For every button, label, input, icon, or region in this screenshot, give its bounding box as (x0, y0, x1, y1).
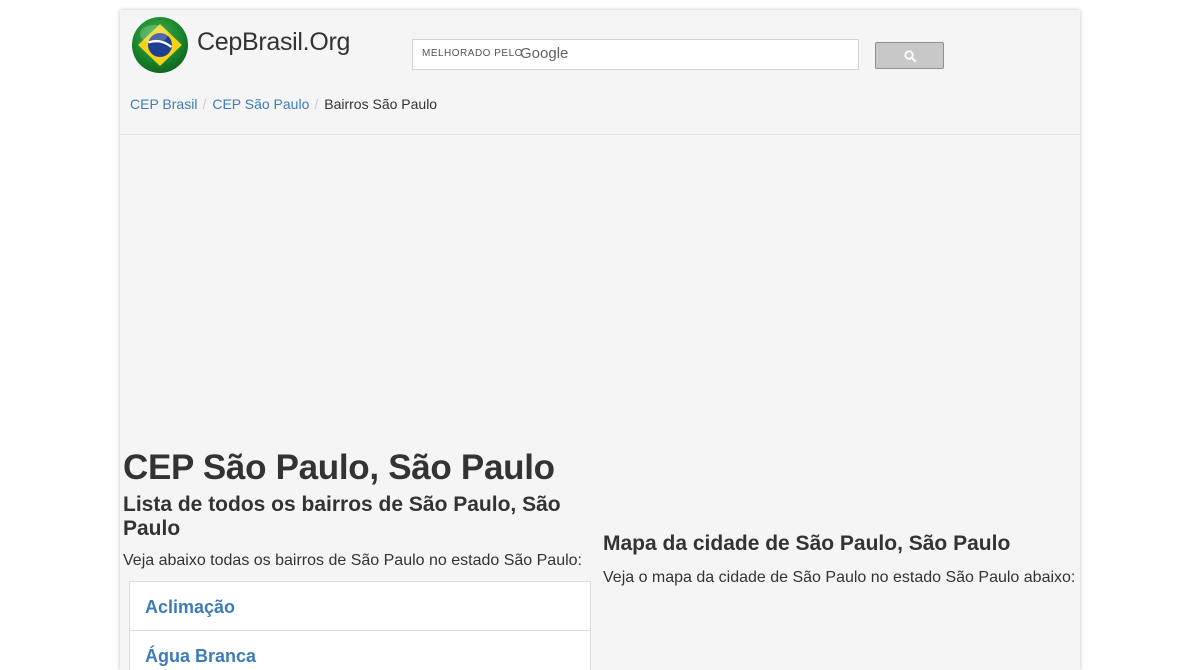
brazil-flag-logo-icon[interactable] (132, 17, 188, 73)
site-brand[interactable]: CepBrasil.Org (197, 28, 350, 57)
search-input[interactable]: MELHORADO PELO Google (412, 39, 859, 70)
map-description: Veja o mapa da cidade de São Paulo no es… (603, 569, 1076, 586)
page-subtitle: Lista de todos os bairros de São Paulo, … (123, 493, 561, 540)
header-divider (120, 134, 1080, 135)
page-container: CepBrasil.Org MELHORADO PELO Google CEP … (120, 10, 1080, 670)
breadcrumb: CEP Brasil / CEP São Paulo / Bairros São Pau… (130, 96, 437, 112)
breadcrumb-cep-brasil[interactable]: CEP Brasil (130, 96, 197, 112)
breadcrumb-current: Bairros São Paulo (324, 96, 438, 112)
page-title: CEP São Paulo, São Paulo (123, 448, 555, 487)
neighborhood-list: Aclimação Água Branca (129, 581, 591, 670)
powered-by-label: MELHORADO PELO (422, 48, 523, 59)
google-label: Google (520, 45, 569, 62)
breadcrumb-cep-sao-paulo[interactable]: CEP São Paulo (212, 96, 309, 112)
neighborhood-item[interactable]: Água Branca (130, 631, 590, 670)
intro-text: Veja abaixo todas os bairros de São Paul… (123, 552, 582, 569)
search-button[interactable] (875, 42, 944, 69)
neighborhood-item[interactable]: Aclimação (130, 582, 590, 631)
breadcrumb-separator: / (202, 96, 207, 112)
search-icon (904, 50, 917, 63)
breadcrumb-separator: / (314, 96, 319, 112)
map-title: Mapa da cidade de São Paulo, São Paulo (603, 532, 1011, 555)
